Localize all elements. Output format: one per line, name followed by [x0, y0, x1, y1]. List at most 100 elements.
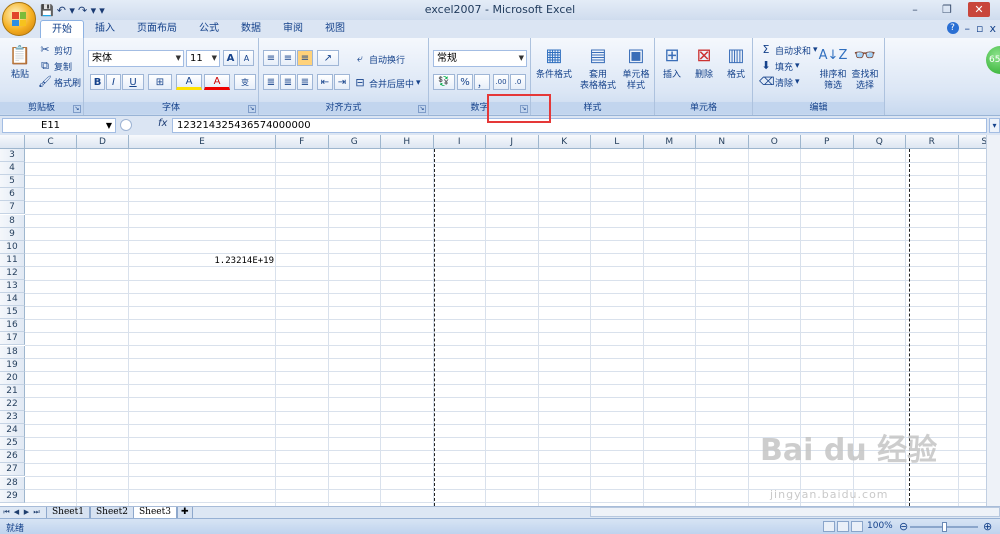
row-header-28[interactable]: 28	[0, 476, 25, 490]
row-header-24[interactable]: 24	[0, 424, 25, 438]
row-header-13[interactable]: 13	[0, 280, 25, 293]
clear-button[interactable]: ⌫ 清除 ▾	[759, 74, 800, 90]
row-header-5[interactable]: 5	[0, 175, 25, 189]
italic-button[interactable]: I	[106, 74, 121, 90]
workbook-close-button[interactable]: x	[989, 22, 996, 35]
column-header-i[interactable]: I	[434, 135, 486, 149]
merge-center-button[interactable]: ⊟ 合并后居中 ▾	[353, 75, 420, 91]
zoom-level[interactable]: 100%	[867, 521, 893, 531]
row-header-3[interactable]: 3	[0, 149, 25, 162]
comma-button[interactable]: ，	[474, 74, 490, 90]
copy-button[interactable]: ⧉ 复制	[38, 58, 72, 74]
font-launcher-icon[interactable]: ↘	[248, 105, 256, 113]
tab-page-layout[interactable]: 页面布局	[126, 20, 188, 38]
column-header-l[interactable]: L	[591, 135, 644, 149]
row-header-26[interactable]: 26	[0, 450, 25, 464]
row-header-15[interactable]: 15	[0, 306, 25, 320]
row-header-6[interactable]: 6	[0, 188, 25, 202]
column-header-p[interactable]: P	[801, 135, 854, 149]
clipboard-launcher-icon[interactable]: ↘	[73, 105, 81, 113]
bold-button[interactable]: B	[90, 74, 105, 90]
minimize-button[interactable]: –	[904, 2, 926, 17]
row-header-11[interactable]: 11	[0, 253, 25, 267]
column-header-c[interactable]: C	[25, 135, 77, 149]
column-header-n[interactable]: N	[696, 135, 749, 149]
column-header-e[interactable]: E	[129, 135, 276, 149]
row-header-22[interactable]: 22	[0, 397, 25, 411]
row-header-23[interactable]: 23	[0, 411, 25, 424]
row-header-29[interactable]: 29	[0, 489, 25, 503]
fill-button[interactable]: ⬇ 填充 ▾	[759, 58, 799, 74]
underline-button[interactable]: U	[122, 74, 144, 90]
currency-button[interactable]: 💱	[433, 74, 455, 90]
shrink-font-button[interactable]: A	[239, 50, 254, 66]
cancel-formula-icon[interactable]	[120, 119, 132, 131]
align-center-icon[interactable]: ≣	[280, 74, 296, 90]
row-header-25[interactable]: 25	[0, 437, 25, 451]
cell-styles-button[interactable]: ▣ 单元格 样式	[619, 42, 653, 92]
tab-data[interactable]: 数据	[230, 20, 272, 38]
align-right-icon[interactable]: ≣	[297, 74, 313, 90]
column-header-k[interactable]: K	[539, 135, 591, 149]
next-sheet-icon[interactable]: ▶	[22, 507, 31, 518]
increase-decimal-button[interactable]: .00	[493, 74, 509, 90]
font-name-select[interactable]: 宋体 ▼	[88, 50, 184, 67]
workbook-minimize-button[interactable]: –	[965, 22, 971, 35]
row-header-18[interactable]: 18	[0, 345, 25, 359]
font-size-select[interactable]: 11 ▼	[186, 50, 220, 67]
row-header-8[interactable]: 8	[0, 214, 25, 228]
format-painter-button[interactable]: 🖌 格式刷	[38, 74, 81, 90]
number-format-select[interactable]: 常规 ▼	[433, 50, 527, 67]
orientation-icon[interactable]: ↗	[317, 50, 339, 66]
horizontal-scrollbar[interactable]	[590, 507, 1000, 517]
workbook-restore-button[interactable]: ▫	[976, 22, 983, 35]
first-sheet-icon[interactable]: ⏮	[2, 507, 11, 518]
insert-function-icon[interactable]: fx	[158, 118, 167, 129]
wrap-text-button[interactable]: ⤶ 自动换行	[353, 51, 405, 67]
row-header-9[interactable]: 9	[0, 227, 25, 241]
tab-insert[interactable]: 插入	[84, 20, 126, 38]
percent-button[interactable]: %	[457, 74, 473, 90]
column-header-f[interactable]: F	[276, 135, 329, 149]
delete-cells-button[interactable]: ⊠ 删除	[689, 42, 719, 81]
fill-color-button[interactable]: A	[176, 74, 202, 90]
last-sheet-icon[interactable]: ⏭	[32, 507, 41, 518]
align-bottom-icon[interactable]: ≡	[297, 50, 313, 66]
formula-input[interactable]: 123214325436574000000	[172, 118, 987, 133]
sort-filter-button[interactable]: A↓Z 排序和 筛选	[817, 42, 849, 92]
restore-button[interactable]: ❐	[936, 2, 958, 17]
zoom-out-icon[interactable]: ⊖	[899, 520, 908, 533]
name-box[interactable]: E11 ▼	[2, 118, 116, 133]
row-header-19[interactable]: 19	[0, 358, 25, 372]
conditional-format-button[interactable]: ▦ 条件格式	[533, 42, 575, 81]
row-header-14[interactable]: 14	[0, 293, 25, 307]
font-color-button[interactable]: A	[204, 74, 230, 90]
zoom-in-icon[interactable]: ⊕	[983, 520, 992, 533]
format-cells-button[interactable]: ▥ 格式	[721, 42, 751, 81]
tab-review[interactable]: 审阅	[272, 20, 314, 38]
column-header-m[interactable]: M	[644, 135, 696, 149]
column-header-g[interactable]: G	[329, 135, 381, 149]
column-header-j[interactable]: J	[486, 135, 539, 149]
grow-font-button[interactable]: A	[223, 50, 238, 66]
paste-button[interactable]: 📋 粘贴	[6, 42, 34, 81]
column-header-d[interactable]: D	[77, 135, 129, 149]
find-select-button[interactable]: 👓 查找和 选择	[849, 42, 881, 92]
expand-formula-icon[interactable]: ▾	[989, 118, 1000, 133]
help-icon[interactable]: ?	[946, 22, 959, 34]
alignment-launcher-icon[interactable]: ↘	[418, 105, 426, 113]
column-header-o[interactable]: O	[749, 135, 801, 149]
border-button[interactable]: ⊞	[148, 74, 172, 90]
page-break-view-icon[interactable]	[851, 521, 863, 532]
close-button[interactable]: ✕	[968, 2, 990, 17]
row-header-12[interactable]: 12	[0, 266, 25, 280]
decrease-indent-icon[interactable]: ⇤	[317, 74, 333, 90]
increase-indent-icon[interactable]: ⇥	[334, 74, 350, 90]
tab-home[interactable]: 开始	[40, 20, 84, 38]
prev-sheet-icon[interactable]: ◀	[12, 507, 21, 518]
row-header-20[interactable]: 20	[0, 371, 25, 385]
tab-formulas[interactable]: 公式	[188, 20, 230, 38]
row-header-10[interactable]: 10	[0, 240, 25, 254]
tab-view[interactable]: 视图	[314, 20, 356, 38]
row-header-17[interactable]: 17	[0, 332, 25, 346]
